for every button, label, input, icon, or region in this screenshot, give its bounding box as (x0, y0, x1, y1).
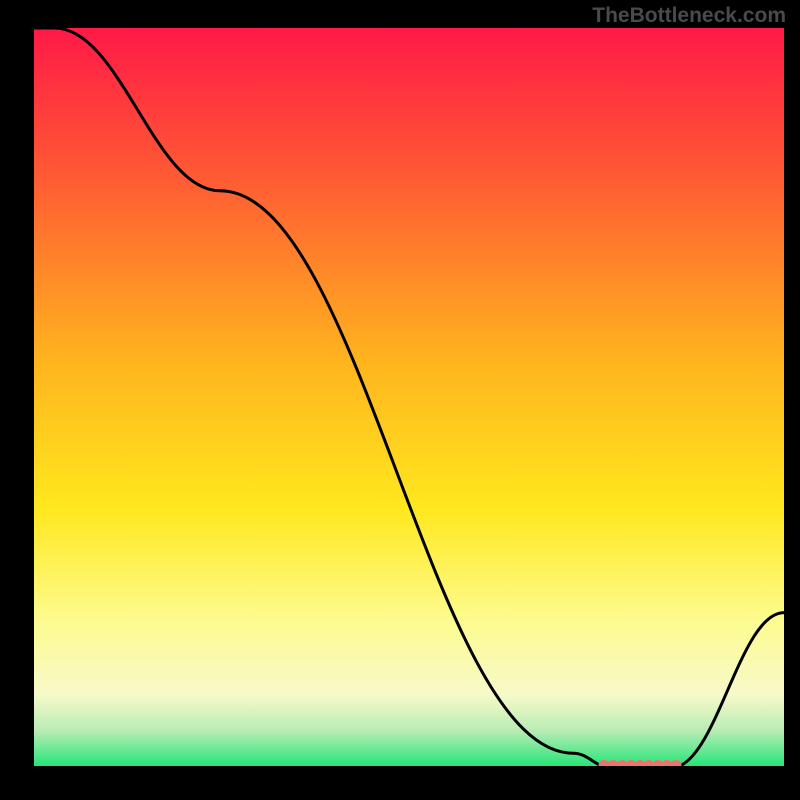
plot-background (32, 28, 784, 768)
watermark-text: TheBottleneck.com (592, 4, 786, 28)
bottleneck-chart (0, 0, 800, 800)
chart-container: TheBottleneck.com (0, 0, 800, 800)
